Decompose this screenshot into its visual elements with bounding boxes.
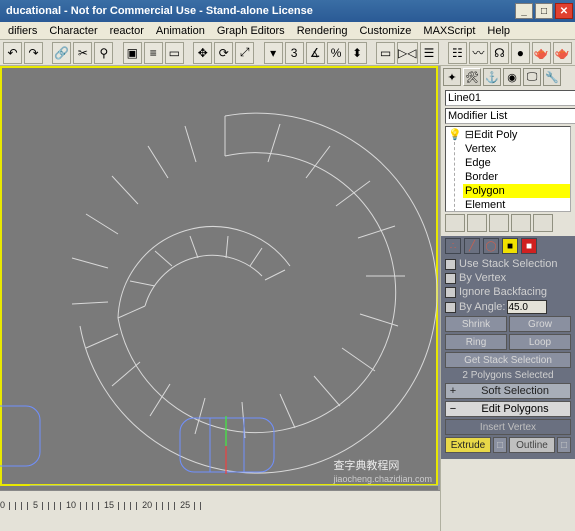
by-vertex-checkbox[interactable]: By Vertex (445, 272, 571, 284)
show-end-result-button[interactable] (467, 214, 487, 232)
render-button[interactable]: 🫖 (532, 42, 551, 64)
stack-element[interactable]: Element (463, 198, 570, 212)
menu-maxscript[interactable]: MAXScript (423, 25, 475, 37)
modifier-list-dropdown[interactable] (445, 108, 575, 124)
extrude-button[interactable]: Extrude (445, 437, 491, 453)
extrude-settings-button[interactable]: □ (493, 437, 507, 453)
stack-border[interactable]: Border (463, 170, 570, 184)
wireframe-drawing (0, 66, 440, 486)
ignore-backfacing-checkbox[interactable]: Ignore Backfacing (445, 286, 571, 298)
minimize-button[interactable]: _ (515, 3, 533, 19)
stack-edge[interactable]: Edge (463, 156, 570, 170)
ring-button[interactable]: Ring (445, 334, 507, 350)
schematic-button[interactable]: ☊ (490, 42, 509, 64)
menu-character[interactable]: Character (49, 25, 97, 37)
layers-button[interactable]: ☷ (448, 42, 467, 64)
modify-tab[interactable]: 🛠 (463, 68, 481, 86)
select-name-button[interactable]: ≡ (144, 42, 163, 64)
menubar: difiers Character reactor Animation Grap… (0, 22, 575, 40)
material-button[interactable]: ● (511, 42, 530, 64)
loop-button[interactable]: Loop (509, 334, 571, 350)
command-panel: ✦ 🛠 ⚓ ◉ 🖵 🔧 ▼ 💡 ⊟ Edit Poly Vertex Edge … (440, 66, 575, 531)
grow-button[interactable]: Grow (509, 316, 571, 332)
object-name-input[interactable] (445, 90, 575, 106)
rotate-button[interactable]: ⟳ (214, 42, 233, 64)
named-sel-button[interactable]: ▭ (376, 42, 395, 64)
menu-reactor[interactable]: reactor (110, 25, 144, 37)
shrink-button[interactable]: Shrink (445, 316, 507, 332)
selection-status: 2 Polygons Selected (445, 370, 571, 381)
get-stack-selection-button[interactable]: Get Stack Selection (445, 352, 571, 368)
remove-modifier-button[interactable] (511, 214, 531, 232)
select-rect-button[interactable]: ▭ (165, 42, 184, 64)
angle-snap-button[interactable]: ∡ (306, 42, 325, 64)
selection-rollout: ∴ ╱ ◯ ■ ■ Use Stack Selection By Vertex … (441, 236, 575, 459)
stack-polygon[interactable]: Polygon (463, 184, 570, 198)
align-button[interactable]: ☰ (420, 42, 439, 64)
hierarchy-tab[interactable]: ⚓ (483, 68, 501, 86)
move-button[interactable]: ✥ (193, 42, 212, 64)
outline-settings-button[interactable]: □ (557, 437, 571, 453)
window-title: ducational - Not for Commercial Use - St… (2, 5, 513, 17)
command-tabs: ✦ 🛠 ⚓ ◉ 🖵 🔧 (441, 66, 575, 88)
use-stack-checkbox[interactable]: Use Stack Selection (445, 258, 571, 270)
outline-button[interactable]: Outline (509, 437, 555, 453)
stack-vertex[interactable]: Vertex (463, 142, 570, 156)
configure-sets-button[interactable] (533, 214, 553, 232)
by-angle-checkbox[interactable]: By Angle: (445, 300, 571, 314)
percent-snap-button[interactable]: % (327, 42, 346, 64)
display-tab[interactable]: 🖵 (523, 68, 541, 86)
modifier-stack[interactable]: 💡 ⊟ Edit Poly Vertex Edge Border Polygon… (445, 126, 571, 212)
stack-toolbar (445, 214, 571, 232)
maximize-button[interactable]: □ (535, 3, 553, 19)
menu-rendering[interactable]: Rendering (297, 25, 348, 37)
refcoord-button[interactable]: ▾ (264, 42, 283, 64)
edge-subobj-icon[interactable]: ╱ (464, 238, 480, 254)
menu-modifiers[interactable]: difiers (8, 25, 37, 37)
close-button[interactable]: ✕ (555, 3, 573, 19)
menu-graph-editors[interactable]: Graph Editors (217, 25, 285, 37)
link-button[interactable]: 🔗 (52, 42, 71, 64)
border-subobj-icon[interactable]: ◯ (483, 238, 499, 254)
mirror-button[interactable]: ▷◁ (397, 42, 417, 64)
titlebar: ducational - Not for Commercial Use - St… (0, 0, 575, 22)
angle-value-input[interactable] (507, 300, 547, 314)
create-tab[interactable]: ✦ (443, 68, 461, 86)
undo-button[interactable]: ↶ (3, 42, 22, 64)
snap-button[interactable]: 3 (285, 42, 304, 64)
menu-animation[interactable]: Animation (156, 25, 205, 37)
unlink-button[interactable]: ✂ (73, 42, 92, 64)
pin-stack-button[interactable] (445, 214, 465, 232)
menu-help[interactable]: Help (487, 25, 510, 37)
motion-tab[interactable]: ◉ (503, 68, 521, 86)
spinner-snap-button[interactable]: ⬍ (348, 42, 367, 64)
element-subobj-icon[interactable]: ■ (521, 238, 537, 254)
quick-render-button[interactable]: 🫖 (553, 42, 572, 64)
viewport-area: 查字典教程网 jiaocheng.chazidian.com 0 5 10 15… (0, 66, 440, 510)
curve-editor-button[interactable]: 〰 (469, 42, 488, 64)
bind-button[interactable]: ⚲ (94, 42, 113, 64)
edit-polygons-rollout[interactable]: −Edit Polygons (445, 401, 571, 417)
main-toolbar: ↶ ↷ 🔗 ✂ ⚲ ▣ ≡ ▭ ✥ ⟳ ⤢ ▾ 3 ∡ % ⬍ ▭ ▷◁ ☰ ☷… (0, 40, 575, 66)
viewport[interactable]: 查字典教程网 jiaocheng.chazidian.com (0, 66, 440, 510)
time-ruler[interactable]: 0 5 10 15 20 25 (0, 490, 440, 510)
menu-customize[interactable]: Customize (359, 25, 411, 37)
redo-button[interactable]: ↷ (24, 42, 43, 64)
polygon-subobj-icon[interactable]: ■ (502, 238, 518, 254)
select-button[interactable]: ▣ (123, 42, 142, 64)
soft-selection-rollout[interactable]: +Soft Selection (445, 383, 571, 399)
scale-button[interactable]: ⤢ (235, 42, 254, 64)
make-unique-button[interactable] (489, 214, 509, 232)
utilities-tab[interactable]: 🔧 (543, 68, 561, 86)
insert-vertex-button[interactable]: Insert Vertex (445, 419, 571, 435)
stack-edit-poly[interactable]: 💡 ⊟ Edit Poly (446, 127, 570, 142)
vertex-subobj-icon[interactable]: ∴ (445, 238, 461, 254)
